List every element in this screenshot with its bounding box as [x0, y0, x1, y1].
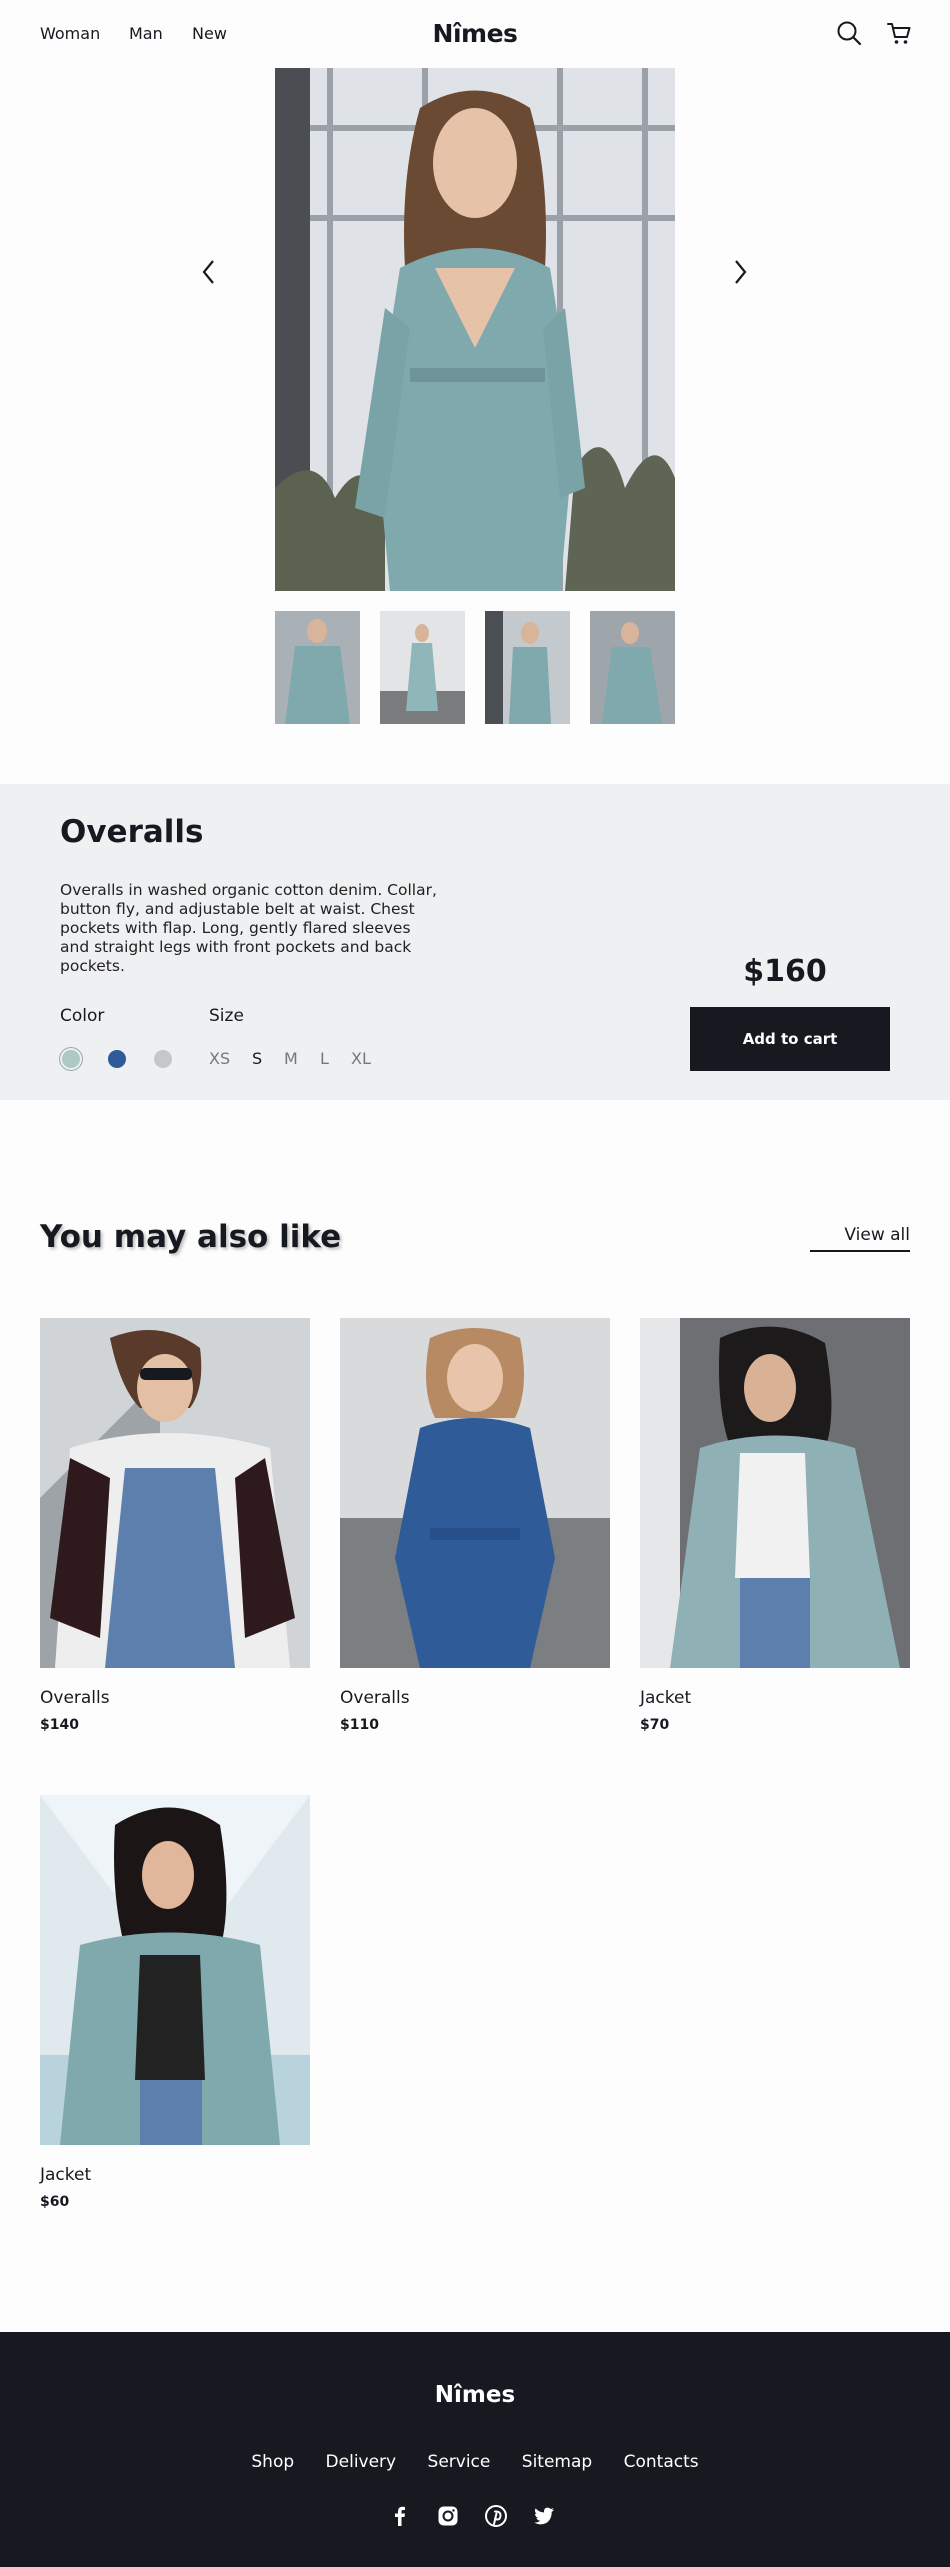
add-to-cart-button[interactable]: Add to cart — [690, 1007, 890, 1071]
nav-woman[interactable]: Woman — [40, 24, 100, 43]
view-all-link[interactable]: View all — [810, 1225, 910, 1252]
site-header: Woman Man New Nîmes — [0, 0, 950, 68]
thumbnail-4[interactable] — [590, 611, 675, 724]
footer-link-sitemap[interactable]: Sitemap — [522, 2452, 592, 2472]
product-card-name: Overalls — [40, 1688, 110, 1708]
product-card[interactable]: Overalls $110 — [340, 1318, 610, 1733]
product-card-image — [640, 1318, 910, 1668]
product-card-price: $60 — [40, 2194, 70, 2210]
nav-man[interactable]: Man — [129, 24, 163, 43]
footer-link-contacts[interactable]: Contacts — [624, 2452, 699, 2472]
main-product-image — [275, 68, 675, 591]
product-card-name: Jacket — [640, 1688, 692, 1708]
facebook-icon[interactable] — [388, 2504, 412, 2528]
color-swatch-blue[interactable] — [108, 1050, 126, 1068]
nav-new[interactable]: New — [192, 24, 227, 43]
product-card[interactable]: Overalls $140 — [40, 1318, 310, 1733]
footer-link-delivery[interactable]: Delivery — [326, 2452, 397, 2472]
footer-logo[interactable]: Nîmes — [0, 2382, 950, 2408]
twitter-icon[interactable] — [532, 2504, 556, 2528]
cart-icon[interactable] — [886, 20, 912, 46]
product-card[interactable]: Jacket $60 — [40, 1795, 310, 2210]
color-swatch-grey[interactable] — [154, 1050, 172, 1068]
size-m[interactable]: M — [284, 1049, 298, 1068]
prev-arrow-icon[interactable] — [197, 258, 221, 286]
size-xs[interactable]: XS — [209, 1049, 230, 1068]
color-label: Color — [60, 1006, 105, 1026]
thumbnail-2[interactable] — [380, 611, 465, 724]
instagram-icon[interactable] — [436, 2504, 460, 2528]
site-footer: Nîmes Shop Delivery Service Sitemap Cont… — [0, 2332, 950, 2567]
product-card-price: $70 — [640, 1717, 670, 1733]
footer-links: Shop Delivery Service Sitemap Contacts — [0, 2452, 950, 2472]
footer-link-service[interactable]: Service — [428, 2452, 491, 2472]
footer-link-shop[interactable]: Shop — [251, 2452, 294, 2472]
thumbnail-3[interactable] — [485, 611, 570, 724]
product-card-name: Overalls — [340, 1688, 410, 1708]
site-logo[interactable]: Nîmes — [433, 19, 518, 48]
product-card-image — [40, 1318, 310, 1668]
product-card-name: Jacket — [40, 2165, 92, 2185]
product-description: Overalls in washed organic cotton denim.… — [60, 881, 437, 975]
recommendations-title: You may also like — [40, 1219, 342, 1255]
pinterest-icon[interactable] — [484, 2504, 508, 2528]
product-info-panel: Overalls Overalls in washed organic cott… — [0, 784, 950, 1100]
product-price: $160 — [743, 954, 827, 989]
product-card-price: $110 — [340, 1717, 379, 1733]
size-l[interactable]: L — [320, 1049, 329, 1068]
product-card[interactable]: Jacket $70 — [640, 1318, 910, 1733]
product-card-image — [40, 1795, 310, 2145]
product-card-image — [340, 1318, 610, 1668]
thumbnail-1[interactable] — [275, 611, 360, 724]
color-swatch-light-denim[interactable] — [62, 1050, 80, 1068]
next-arrow-icon[interactable] — [728, 258, 752, 286]
product-title: Overalls — [60, 814, 204, 850]
search-icon[interactable] — [836, 20, 862, 46]
size-xl[interactable]: XL — [351, 1049, 371, 1068]
size-s[interactable]: S — [252, 1049, 262, 1068]
size-label: Size — [209, 1006, 244, 1026]
product-card-price: $140 — [40, 1717, 79, 1733]
